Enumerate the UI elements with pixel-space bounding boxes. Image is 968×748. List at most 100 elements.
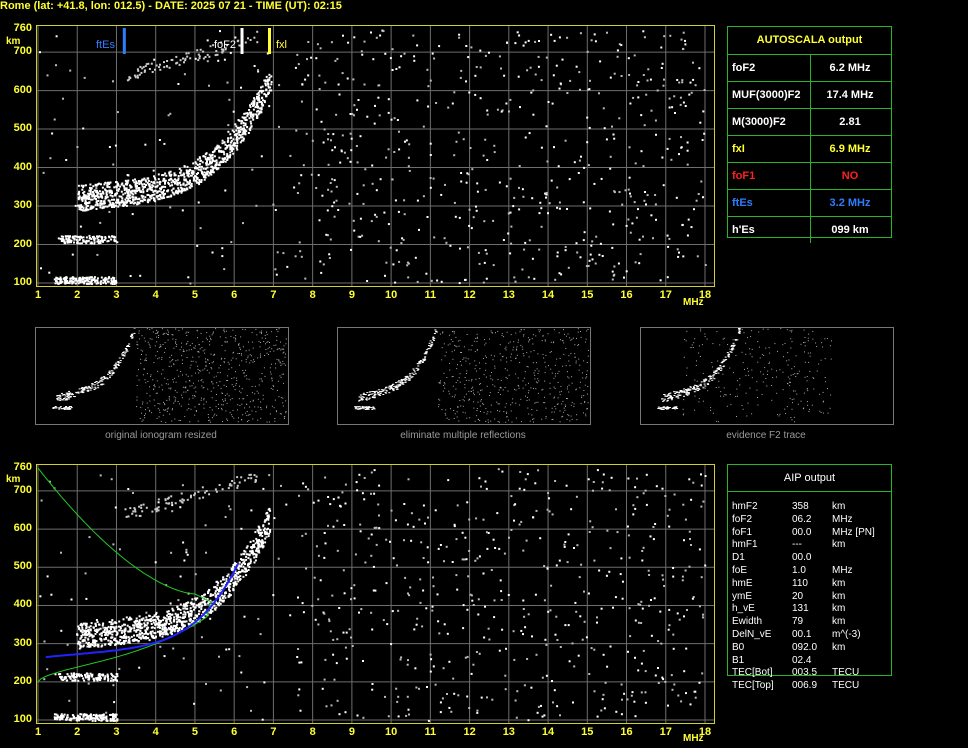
- noise-dot: [700, 576, 703, 579]
- noise-dot: [450, 710, 453, 713]
- thumb-dot: [745, 342, 747, 344]
- trace-dot: [175, 55, 178, 58]
- thumb-dot: [208, 416, 210, 418]
- thumb-dot: [215, 406, 217, 408]
- thumb-dot: [446, 417, 448, 419]
- thumb-dot: [560, 390, 562, 392]
- noise-dot: [316, 43, 319, 46]
- thumb-dot: [494, 385, 496, 387]
- noise-dot: [566, 92, 569, 94]
- thumb-dot: [400, 381, 403, 383]
- thumb-dot: [765, 378, 767, 379]
- thumb-dot: [566, 388, 568, 390]
- thumb-dot: [466, 334, 468, 335]
- trace-dot: [127, 189, 130, 192]
- noise-dot: [228, 648, 231, 651]
- thumb-dot: [545, 416, 547, 417]
- thumb-dot: [67, 396, 70, 398]
- thumb-dot: [792, 374, 794, 375]
- trace-dot: [125, 204, 128, 207]
- thumb-dot: [209, 340, 210, 342]
- thumb-dot: [163, 401, 164, 403]
- thumb-dot: [704, 385, 707, 387]
- thumb-dot: [171, 409, 173, 411]
- thumb-dot: [53, 407, 56, 408]
- trace-dot: [59, 276, 62, 279]
- thumb-dot: [213, 361, 214, 363]
- thumb-dot: [161, 358, 163, 360]
- noise-dot: [420, 541, 423, 544]
- thumb-dot: [523, 334, 525, 336]
- thumb-dot: [451, 351, 453, 353]
- thumb-dot: [269, 351, 271, 353]
- noise-dot: [692, 481, 695, 484]
- thumb-dot: [227, 361, 229, 363]
- thumb-dot: [82, 389, 85, 391]
- thumb-dot: [101, 380, 104, 382]
- trace-dot: [186, 165, 189, 168]
- thumb-dot: [233, 386, 235, 388]
- trace-dot: [83, 282, 86, 285]
- noise-dot: [685, 647, 688, 650]
- noise-dot: [379, 178, 382, 181]
- thumb-dot: [111, 372, 114, 374]
- thumb-dot: [533, 421, 534, 423]
- noise-dot: [400, 656, 403, 659]
- trace-dot: [247, 132, 250, 134]
- thumb-dot: [808, 361, 810, 363]
- thumb-dot: [722, 359, 725, 361]
- thumb-dot: [513, 346, 515, 348]
- thumb-dot: [683, 356, 685, 358]
- noise-dot: [556, 251, 559, 254]
- noise-dot: [261, 718, 264, 721]
- trace-dot: [182, 183, 185, 186]
- trace-dot: [243, 112, 246, 115]
- thumb-dot: [193, 347, 195, 349]
- trace-dot: [98, 190, 101, 193]
- noise-dot: [684, 569, 687, 572]
- trace-dot: [256, 41, 259, 44]
- thumb-dot: [528, 382, 529, 384]
- thumb-dot: [204, 349, 206, 351]
- thumb-dot: [257, 419, 259, 421]
- thumb-dot: [723, 337, 725, 339]
- trace-dot: [260, 108, 263, 111]
- noise-dot: [304, 485, 307, 488]
- thumb-dot: [171, 354, 173, 356]
- noise-dot: [605, 138, 608, 141]
- trace-dot: [227, 130, 230, 133]
- noise-dot: [296, 656, 299, 658]
- thumb-dot: [485, 376, 487, 378]
- noise-dot: [693, 208, 695, 211]
- thumb-dot: [213, 387, 215, 389]
- thumb-dot: [547, 365, 549, 367]
- noise-dot: [602, 653, 605, 656]
- thumb-dot: [497, 410, 498, 412]
- thumb-dot: [282, 348, 284, 350]
- thumb-dot: [223, 328, 225, 330]
- noise-dot: [177, 83, 180, 85]
- noise-dot: [579, 88, 581, 91]
- trace-dot: [108, 276, 110, 279]
- noise-dot: [240, 671, 243, 674]
- trace-dot: [209, 154, 212, 157]
- noise-dot: [170, 551, 173, 554]
- thumb-dot: [471, 379, 473, 380]
- noise-dot: [698, 605, 701, 608]
- thumb-dot: [191, 385, 193, 387]
- thumb-dot: [271, 348, 273, 350]
- thumb-dot: [543, 402, 545, 404]
- noise-dot: [602, 693, 605, 696]
- thumb-dot: [419, 360, 422, 361]
- trace-dot: [158, 66, 161, 69]
- thumb-dot: [481, 389, 483, 391]
- thumb-dot: [515, 417, 517, 419]
- trace-dot: [81, 188, 84, 191]
- noise-dot: [336, 638, 339, 641]
- trace-dot: [169, 184, 172, 187]
- noise-dot: [551, 513, 554, 516]
- noise-dot: [354, 553, 357, 556]
- thumb-dot: [413, 371, 416, 373]
- thumb-dot: [278, 359, 280, 361]
- noise-dot: [645, 473, 648, 476]
